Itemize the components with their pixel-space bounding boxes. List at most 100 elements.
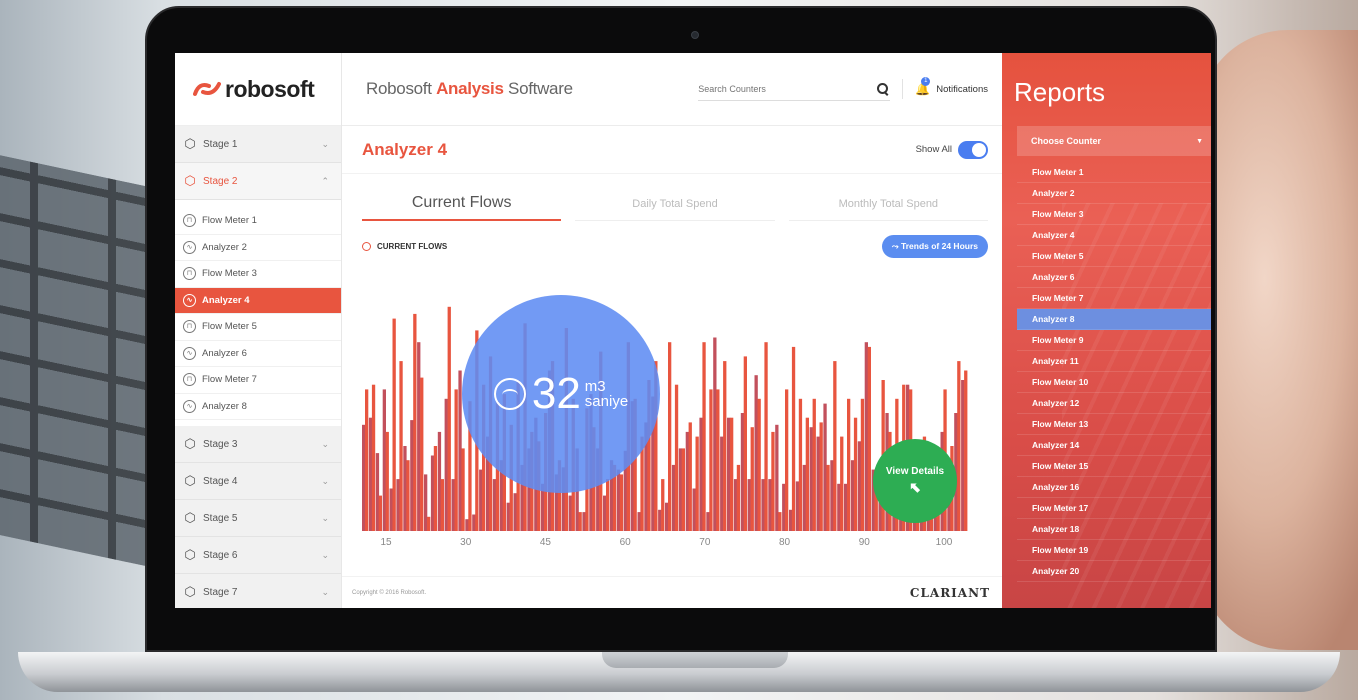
sidebar-stage-row[interactable]: ⬡ Stage 3 ⌄ <box>175 426 341 463</box>
sidebar-stage-row[interactable]: ⬡ Stage 2 ⌃ <box>175 163 341 200</box>
main-panel: Robosoft Analysis Software 🔔1 Notificati… <box>342 53 1002 608</box>
chart-bar <box>964 370 968 531</box>
report-list-item[interactable]: Flow Meter 15 <box>1017 456 1211 477</box>
report-list-item[interactable]: Analyzer 16 <box>1017 477 1211 498</box>
chart-bar <box>720 436 724 531</box>
caret-down-icon: ▼ <box>1196 137 1203 145</box>
sub-item-label: Flow Meter 1 <box>202 215 257 227</box>
choose-counter-dropdown[interactable]: Choose Counter ▼ <box>1017 126 1211 156</box>
chart-bar <box>399 361 403 531</box>
x-tick-label: 30 <box>460 537 472 548</box>
chart-bar <box>809 427 813 531</box>
sidebar-stage-row[interactable]: ⬡ Stage 6 ⌄ <box>175 537 341 574</box>
reports-title: Reports <box>1014 77 1106 107</box>
hexagon-icon: ⬡ <box>184 436 196 451</box>
x-tick-label: 80 <box>779 537 791 548</box>
report-list-item[interactable]: Flow Meter 10 <box>1017 372 1211 393</box>
stage-2-sub-list: ⊓ Flow Meter 1 ∿ Analyzer 2 ⊓ Flow Meter 3 ∿ An… <box>175 200 341 426</box>
report-list-item[interactable]: Flow Meter 3 <box>1017 204 1211 225</box>
report-list-item[interactable]: Analyzer 20 <box>1017 561 1211 582</box>
chart-bar <box>396 479 400 531</box>
chart-bar <box>847 398 851 531</box>
report-list-item[interactable]: Analyzer 4 <box>1017 225 1211 246</box>
copyright: Copyright © 2016 Robosoft. <box>352 589 427 596</box>
chart-bar <box>795 481 800 531</box>
chart-bar <box>403 446 407 531</box>
chart-bar <box>957 361 961 531</box>
chart-bar <box>668 342 672 531</box>
chart-bar <box>761 479 765 531</box>
chart-bar <box>578 512 582 531</box>
tab-item[interactable]: Current Flows <box>362 188 562 221</box>
report-list-item[interactable]: Flow Meter 17 <box>1017 498 1211 519</box>
tab-item[interactable]: Monthly Total Spend <box>788 188 988 221</box>
sidebar-stage-row[interactable]: ⬡ Stage 1 ⌄ <box>175 126 341 163</box>
report-list-item[interactable]: Flow Meter 13 <box>1017 414 1211 435</box>
chart-bar <box>857 441 862 531</box>
sidebar-sub-item[interactable]: ⊓ Flow Meter 1 <box>175 208 341 235</box>
chart-bar <box>619 474 624 531</box>
sidebar-sub-item[interactable]: ⊓ Flow Meter 5 <box>175 314 341 341</box>
report-list-item[interactable]: Flow Meter 7 <box>1017 288 1211 309</box>
stage-label: Stage 7 <box>203 586 238 598</box>
chart-bar <box>785 389 789 531</box>
chart-bar <box>665 502 669 531</box>
chart-bar <box>850 460 855 531</box>
report-list-item[interactable]: Analyzer 18 <box>1017 519 1211 540</box>
show-all-control: Show All <box>916 140 988 159</box>
sidebar-sub-item[interactable]: ∿ Analyzer 6 <box>175 341 341 367</box>
chart-bar <box>812 398 816 531</box>
trends-button[interactable]: ⤳ Trends of 24 Hours <box>881 234 988 258</box>
sidebar-sub-item[interactable]: ∿ Analyzer 4 <box>175 287 341 314</box>
chart-bar <box>816 436 820 531</box>
chart-bar <box>802 464 806 531</box>
chart-bar <box>382 389 386 531</box>
report-list-item[interactable]: Analyzer 6 <box>1017 267 1211 288</box>
chart-bar <box>606 479 610 531</box>
view-details-label: View Details <box>885 466 945 477</box>
chart-bar <box>420 377 424 531</box>
section-label: CURRENT FLOWS <box>362 241 447 251</box>
chart-bar <box>472 514 476 531</box>
chart-bar <box>727 417 731 531</box>
x-tick-label: 15 <box>380 537 392 548</box>
report-list: Flow Meter 1 Analyzer 2 Flow Meter 3 Analyz… <box>1017 162 1211 582</box>
sub-item-label: Flow Meter 7 <box>202 374 257 386</box>
report-list-item[interactable]: Flow Meter 9 <box>1017 330 1211 351</box>
report-list-item[interactable]: Analyzer 11 <box>1017 351 1211 372</box>
chart-bar <box>713 337 717 531</box>
sidebar-stage-row[interactable]: ⬡ Stage 5 ⌄ <box>175 500 341 537</box>
chart-bar <box>454 389 458 531</box>
sidebar-sub-item[interactable]: ∿ Analyzer 2 <box>175 235 341 261</box>
x-tick-label: 70 <box>699 537 711 548</box>
sidebar: robosoft ⬡ Stage 1 ⌄ ⬡ Stage 2 ⌃ ⊓ Flow Meter … <box>175 53 342 608</box>
logo-text: robosoft <box>225 75 315 102</box>
search-icon[interactable] <box>876 82 890 96</box>
report-list-item[interactable]: Analyzer 2 <box>1017 183 1211 204</box>
stage-label: Stage 5 <box>203 512 238 524</box>
sidebar-sub-item[interactable]: ⊓ Flow Meter 7 <box>175 367 341 394</box>
x-tick-label: 90 <box>858 537 870 548</box>
report-list-item[interactable]: Flow Meter 1 <box>1017 162 1211 183</box>
report-list-item[interactable]: Flow Meter 19 <box>1017 540 1211 561</box>
show-all-toggle[interactable] <box>958 140 988 159</box>
notifications-button[interactable]: 🔔 1 Notifications <box>915 77 988 96</box>
stage-label: Stage 1 <box>203 138 238 150</box>
chart-bar <box>840 436 844 531</box>
sidebar-sub-item[interactable]: ∿ Analyzer 8 <box>175 394 341 420</box>
sidebar-stage-row[interactable]: ⬡ Stage 4 ⌄ <box>175 463 341 500</box>
chart-bar <box>389 488 393 531</box>
sub-item-label: Analyzer 4 <box>202 294 250 306</box>
chart-bar <box>506 502 510 531</box>
report-list-item[interactable]: Flow Meter 5 <box>1017 246 1211 267</box>
chart-bar <box>782 483 786 531</box>
sidebar-stage-row[interactable]: ⬡ Stage 7 ⌄ <box>175 574 341 608</box>
search-input[interactable] <box>698 83 877 94</box>
view-details-button[interactable]: View Details ⬉ <box>873 439 957 523</box>
report-list-item[interactable]: Analyzer 14 <box>1017 435 1211 456</box>
report-list-item[interactable]: Analyzer 12 <box>1017 393 1211 414</box>
sidebar-sub-item[interactable]: ⊓ Flow Meter 3 <box>175 261 341 288</box>
tab-item[interactable]: Daily Total Spend <box>575 188 775 221</box>
report-list-item[interactable]: Analyzer 8 <box>1017 309 1211 330</box>
logo[interactable]: robosoft <box>175 53 341 126</box>
